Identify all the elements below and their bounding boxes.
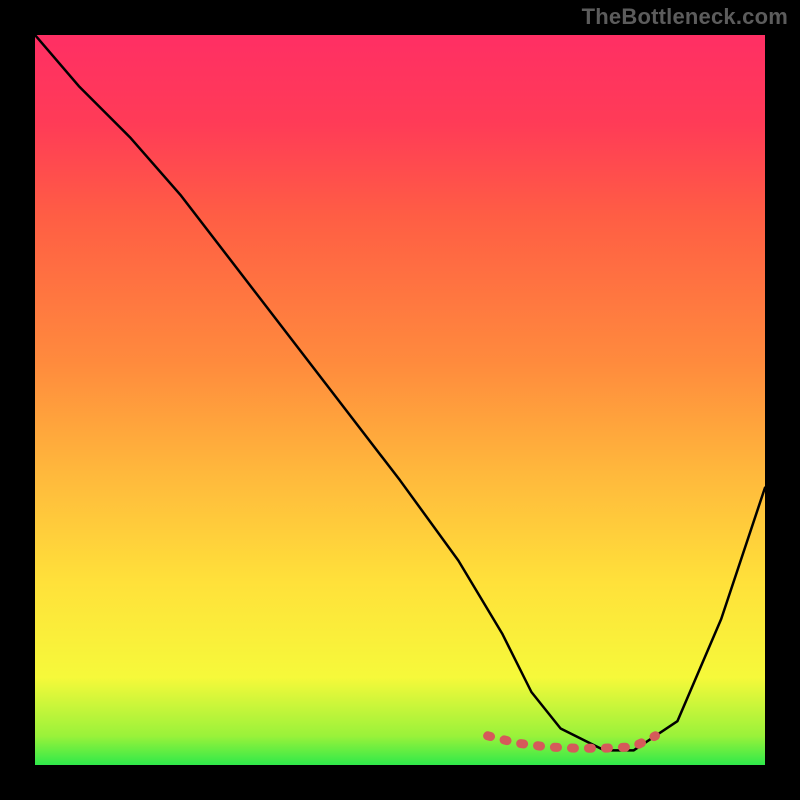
bottleneck-curve-line bbox=[35, 35, 765, 750]
watermark-text: TheBottleneck.com bbox=[582, 4, 788, 30]
plot-area bbox=[35, 35, 765, 765]
chart-svg bbox=[35, 35, 765, 765]
chart-frame: TheBottleneck.com bbox=[0, 0, 800, 800]
optimal-band-line bbox=[488, 736, 656, 748]
